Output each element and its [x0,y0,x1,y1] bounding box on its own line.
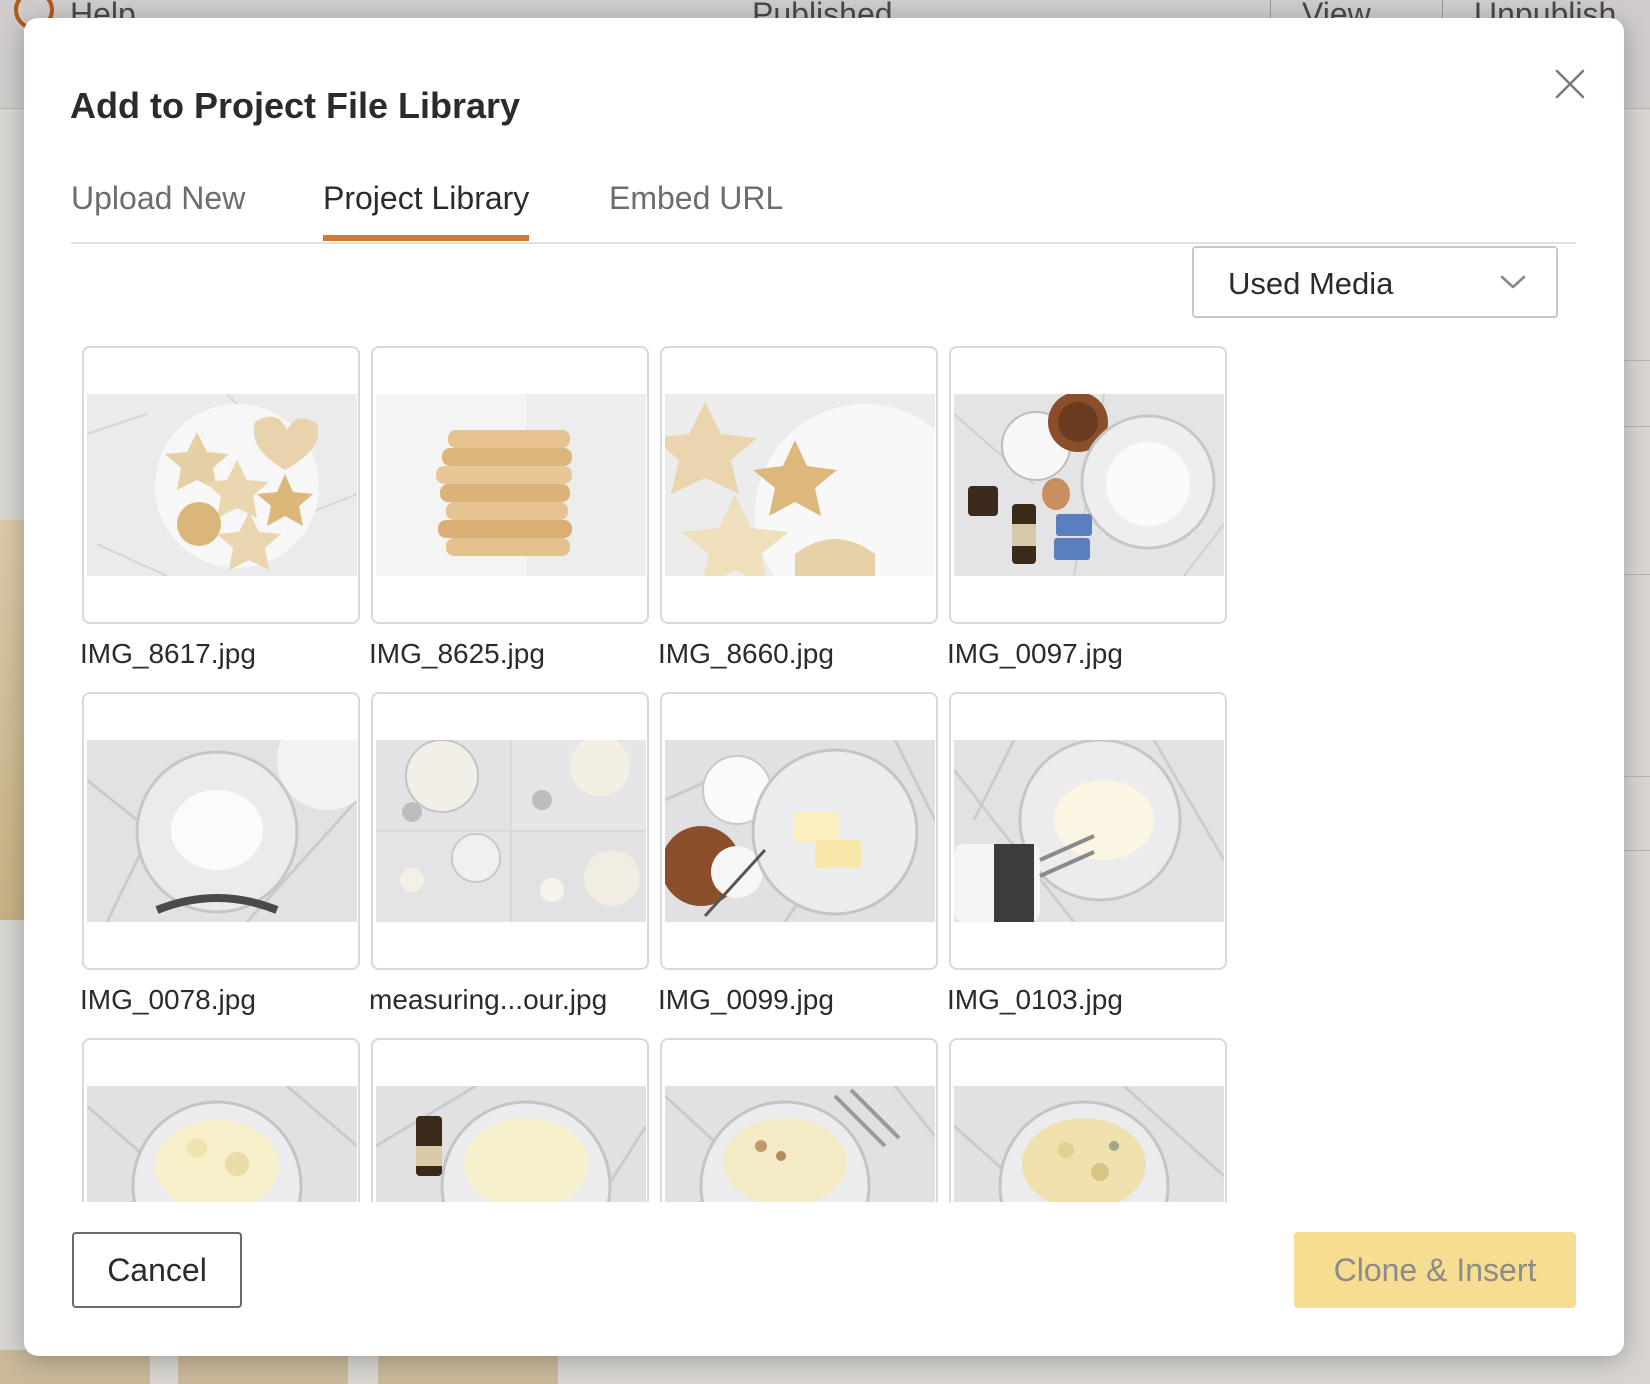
close-button[interactable] [1550,64,1590,104]
file-thumbnail [665,1086,935,1202]
file-thumbnail-frame [82,346,360,624]
file-thumbnail [665,740,935,922]
file-thumbnail [954,1086,1224,1202]
file-name: IMG_0097.jpg [947,638,1123,669]
divider [1624,850,1650,851]
file-thumbnail [954,394,1224,576]
tab-project-library[interactable]: Project Library [323,182,530,241]
file-name: IMG_8625.jpg [369,638,545,669]
close-icon [1555,69,1585,99]
file-thumbnail [376,1086,646,1202]
file-thumbnail-frame [949,346,1227,624]
file-thumbnail-frame [82,1038,360,1202]
file-thumbnail-frame [660,1038,938,1202]
file-thumbnail [87,1086,357,1202]
file-thumbnail [87,740,357,922]
file-name: IMG_8617.jpg [80,638,256,669]
file-thumbnail-frame [371,692,649,970]
file-thumbnail [87,394,357,576]
divider [1624,360,1650,361]
file-thumbnail-frame [949,692,1227,970]
file-thumbnail-frame [371,1038,649,1202]
file-thumbnail-frame [949,1038,1227,1202]
clone-insert-button[interactable]: Clone & Insert [1294,1232,1576,1308]
tab-embed-url[interactable]: Embed URL [609,182,783,240]
cancel-button[interactable]: Cancel [72,1232,242,1308]
file-thumbnail-frame [82,692,360,970]
file-thumbnail [665,394,935,576]
file-name: IMG_8660.jpg [658,638,834,669]
file-name: IMG_0099.jpg [658,984,834,1015]
divider [1624,426,1650,427]
file-thumbnail [954,740,1224,922]
file-thumbnail-frame [660,692,938,970]
file-name: measuring...our.jpg [369,984,608,1015]
add-to-library-dialog: Add to Project File Library Upload New P… [24,18,1624,1356]
dialog-title: Add to Project File Library [70,85,521,126]
tab-bar: Upload New Project Library Embed URL [71,170,1576,244]
chevron-down-icon [1500,275,1526,289]
file-grid[interactable]: IMG_8617.jpg IMG_8625.jpg IMG_8660.jpg I… [80,338,1560,1202]
file-thumbnail-frame [371,346,649,624]
divider [1624,574,1650,575]
media-filter-value: Used Media [1228,266,1394,301]
file-name: IMG_0103.jpg [947,984,1123,1015]
background-image-strip [0,520,24,920]
divider [1624,776,1650,777]
tab-upload-new[interactable]: Upload New [71,182,245,240]
file-thumbnail [376,740,646,922]
media-filter-select[interactable]: Used Media [1192,246,1558,318]
file-thumbnail-frame [660,346,938,624]
file-name: IMG_0078.jpg [80,984,256,1015]
file-thumbnail [376,394,646,576]
